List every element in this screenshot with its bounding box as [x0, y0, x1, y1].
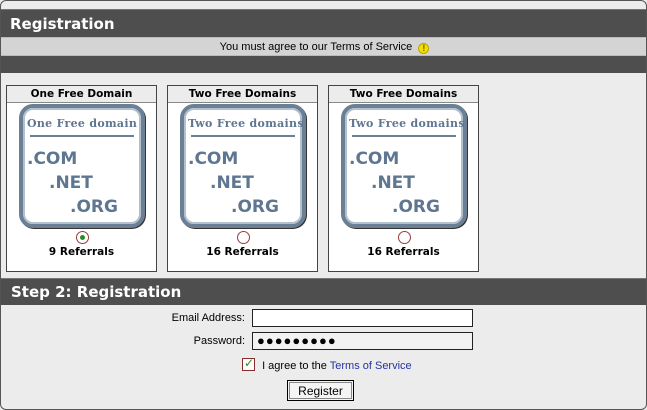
tos-notice-text: You must agree to our Terms of Service [219, 41, 413, 53]
plan-heading: Two Free Domains [329, 86, 478, 103]
registration-window: Registration You must agree to our Terms… [0, 0, 647, 410]
password-label: Password: [193, 335, 245, 347]
tld-com: .COM [188, 149, 239, 169]
tld-org: .ORG [70, 197, 118, 217]
plan-card[interactable]: Two Free Domains Two Free domains .COM .… [167, 85, 318, 272]
tld-org: .ORG [392, 197, 440, 217]
referral-count: 16 Referrals [206, 246, 279, 258]
tld-net: .NET [371, 173, 415, 193]
email-label: Email Address: [171, 312, 245, 324]
tld-org: .ORG [231, 197, 279, 217]
plan-card[interactable]: One Free Domain One Free domain .COM .NE… [6, 85, 157, 272]
plan-heading: One Free Domain [7, 86, 156, 103]
password-field[interactable]: ●●●●●●●●● [252, 332, 473, 350]
domain-logo: Two Free domains .COM .NET .ORG [180, 104, 306, 228]
section-divider [1, 56, 646, 73]
plan-heading: Two Free Domains [168, 86, 317, 103]
tld-net: .NET [210, 173, 254, 193]
email-field[interactable] [252, 309, 473, 327]
plan-radio[interactable] [76, 231, 89, 244]
step2-title: Step 2: Registration [1, 278, 646, 305]
password-row: Password: ●●●●●●●●● [1, 332, 646, 352]
logo-title: Two Free domains [188, 117, 304, 130]
agree-text: I agree to the [262, 360, 327, 372]
logo-divider [30, 135, 134, 137]
agree-checkbox[interactable]: ✓ [242, 356, 255, 371]
page-title: Registration [1, 9, 646, 37]
plan-radio[interactable] [237, 231, 250, 244]
tld-com: .COM [27, 149, 78, 169]
logo-divider [352, 135, 456, 137]
register-button[interactable]: Register [287, 380, 354, 401]
referral-count: 9 Referrals [48, 246, 115, 258]
domain-logo: Two Free domains .COM .NET .ORG [341, 104, 467, 228]
logo-divider [191, 135, 295, 137]
tos-notice: You must agree to our Terms of Service ! [1, 37, 646, 56]
tos-agreement: ✓ I agree to the Terms of Service [242, 356, 412, 372]
warning-icon: ! [418, 43, 430, 54]
checkmark-icon: ✓ [244, 356, 255, 370]
referral-count: 16 Referrals [367, 246, 440, 258]
tld-net: .NET [49, 173, 93, 193]
tos-link[interactable]: Terms of Service [330, 360, 412, 372]
email-row: Email Address: [1, 309, 646, 329]
logo-title: One Free domain [27, 117, 138, 130]
plan-card[interactable]: Two Free Domains Two Free domains .COM .… [328, 85, 479, 272]
plan-radio[interactable] [398, 231, 411, 244]
tld-com: .COM [349, 149, 400, 169]
logo-title: Two Free domains [349, 117, 465, 130]
plan-cards: One Free Domain One Free domain .COM .NE… [6, 85, 486, 273]
domain-logo: One Free domain .COM .NET .ORG [19, 104, 145, 228]
